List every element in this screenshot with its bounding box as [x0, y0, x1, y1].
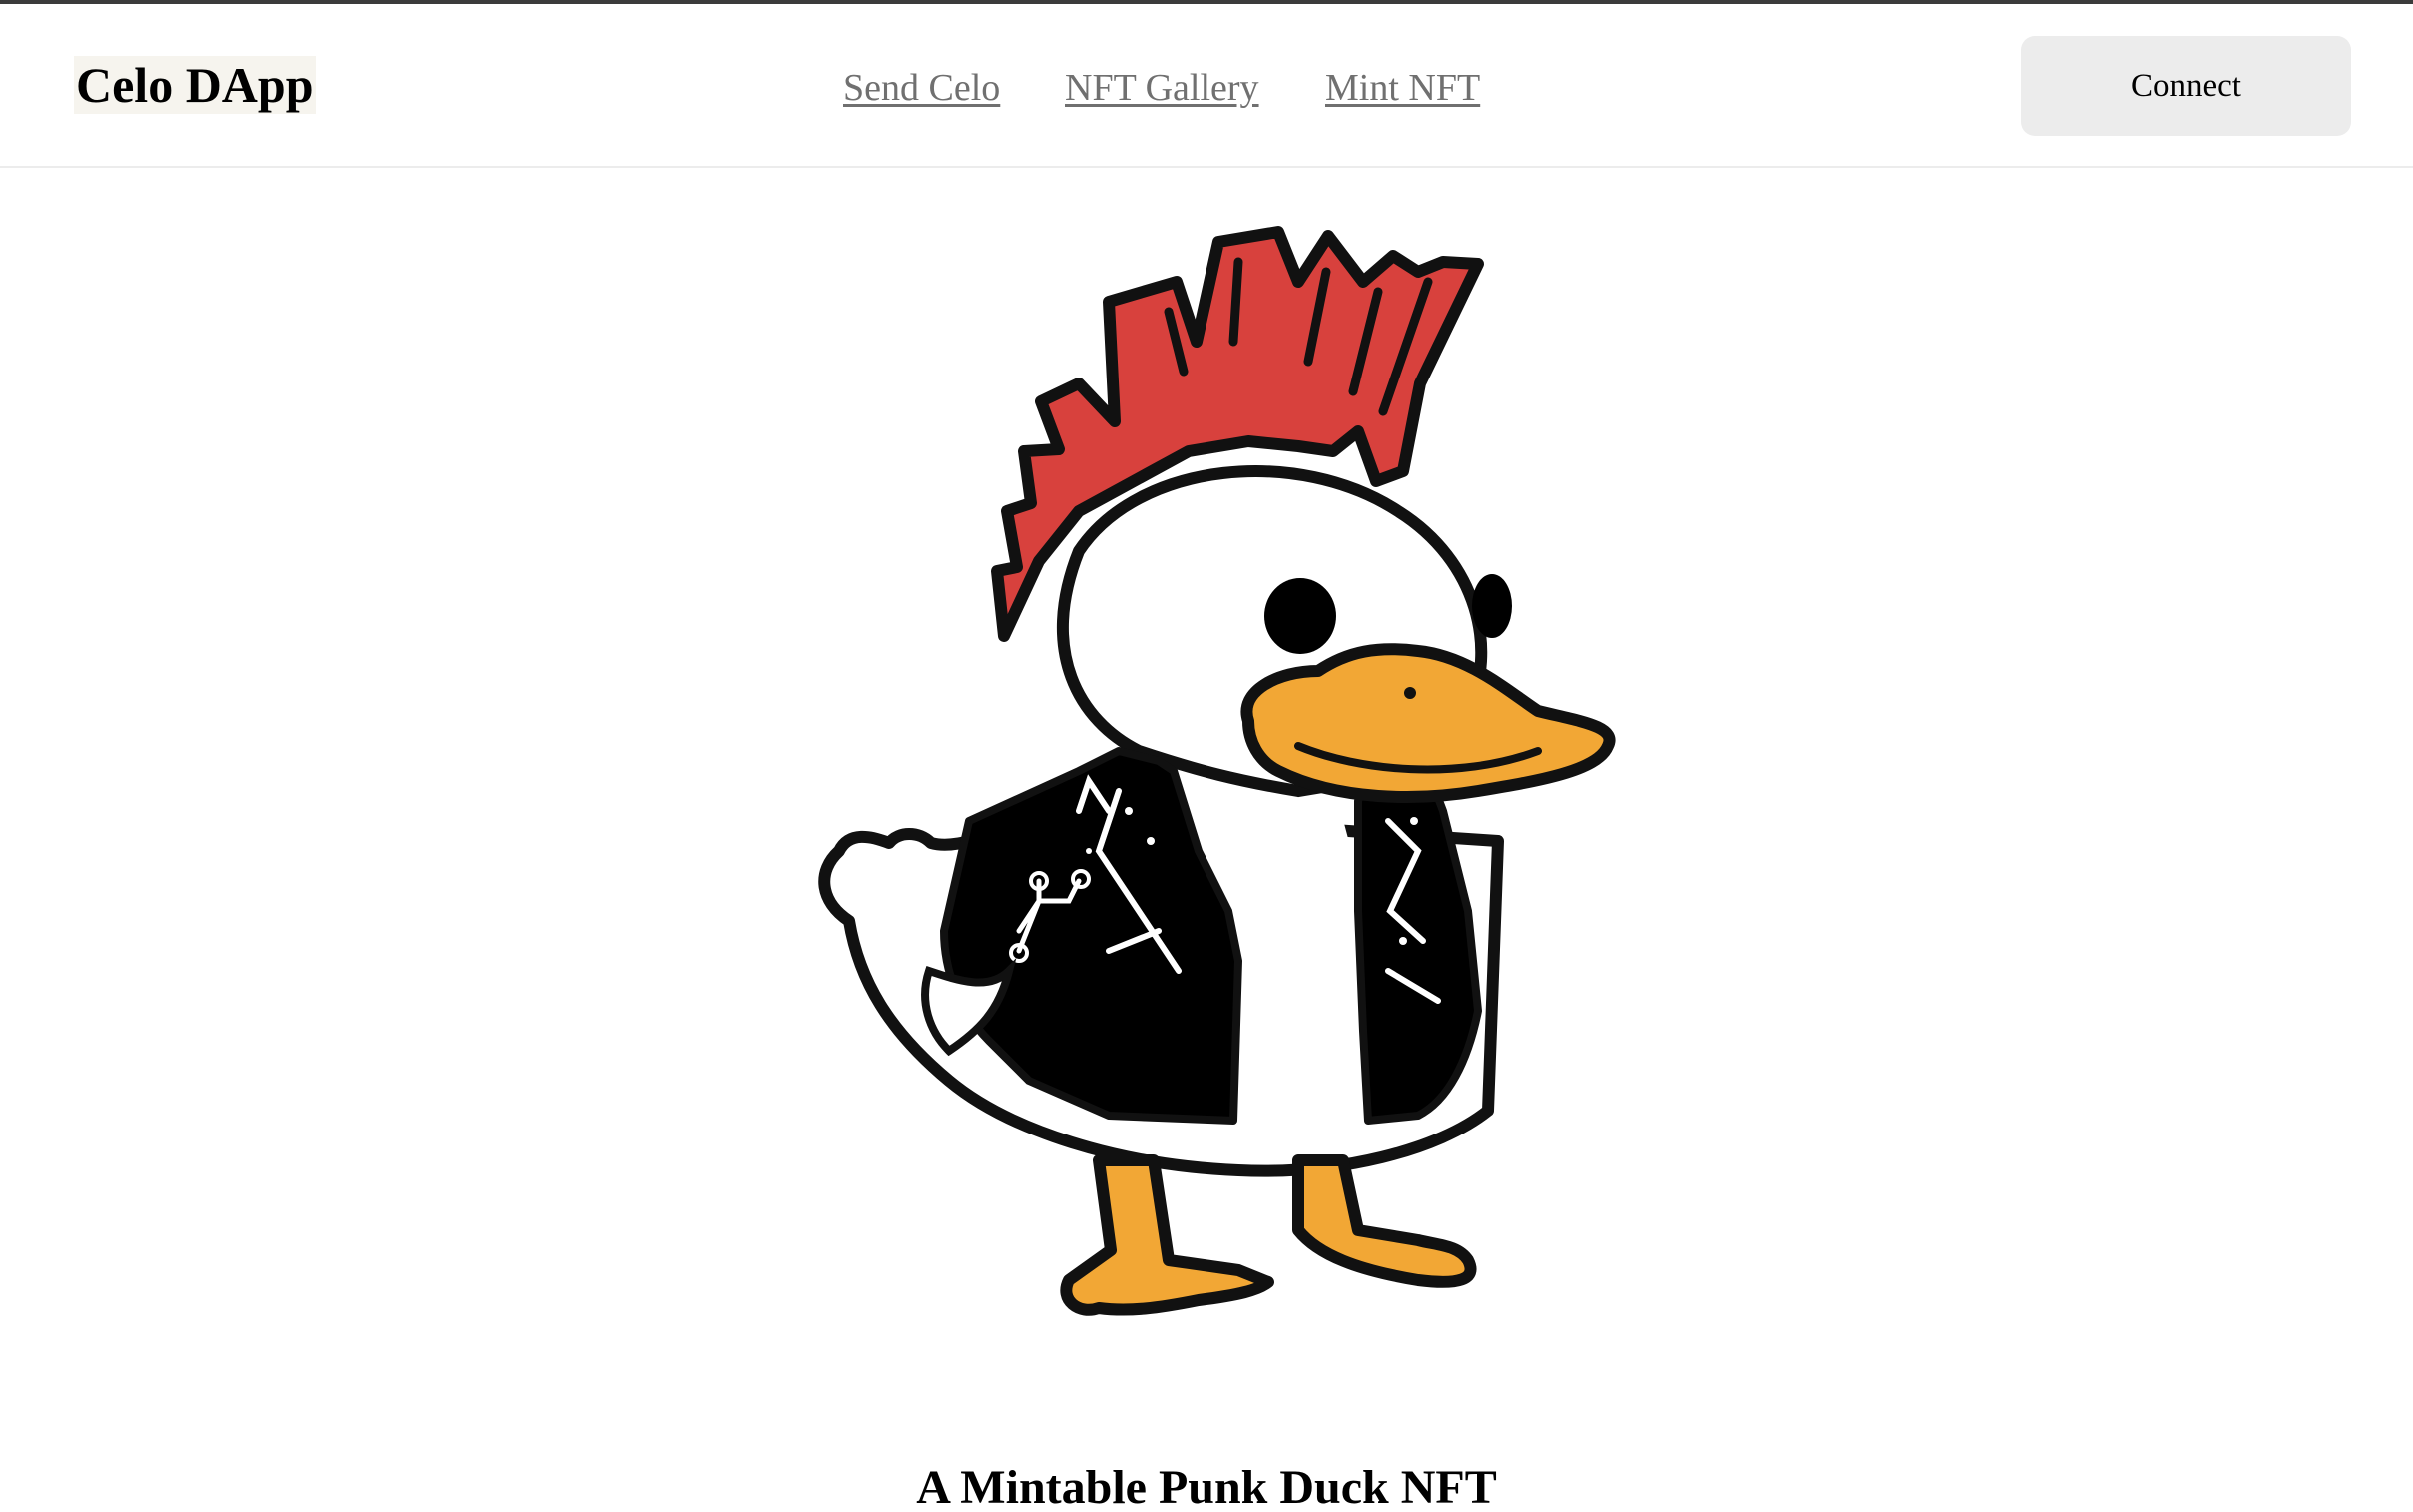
jacket-right	[1354, 757, 1482, 1125]
connect-button[interactable]: Connect	[2021, 36, 2351, 136]
leg-right	[1292, 1154, 1477, 1288]
eye-left	[1264, 578, 1336, 654]
punk-duck-illustration	[818, 226, 1616, 1316]
page-title: A Mintable Punk Duck NFT	[916, 1461, 1497, 1512]
eye-right	[1472, 574, 1512, 638]
nav-mint-nft-link[interactable]: Mint NFT	[1325, 60, 1480, 116]
leg-left	[1060, 1154, 1274, 1316]
nav-send-celo-link[interactable]: Send Celo	[843, 60, 1000, 116]
punk-duck-image	[779, 212, 1638, 1350]
nav-nft-gallery-link[interactable]: NFT Gallery	[1065, 60, 1259, 116]
site-header: Celo DApp Send Celo NFT Gallery Mint NFT…	[0, 4, 2413, 168]
beak	[1240, 643, 1616, 803]
